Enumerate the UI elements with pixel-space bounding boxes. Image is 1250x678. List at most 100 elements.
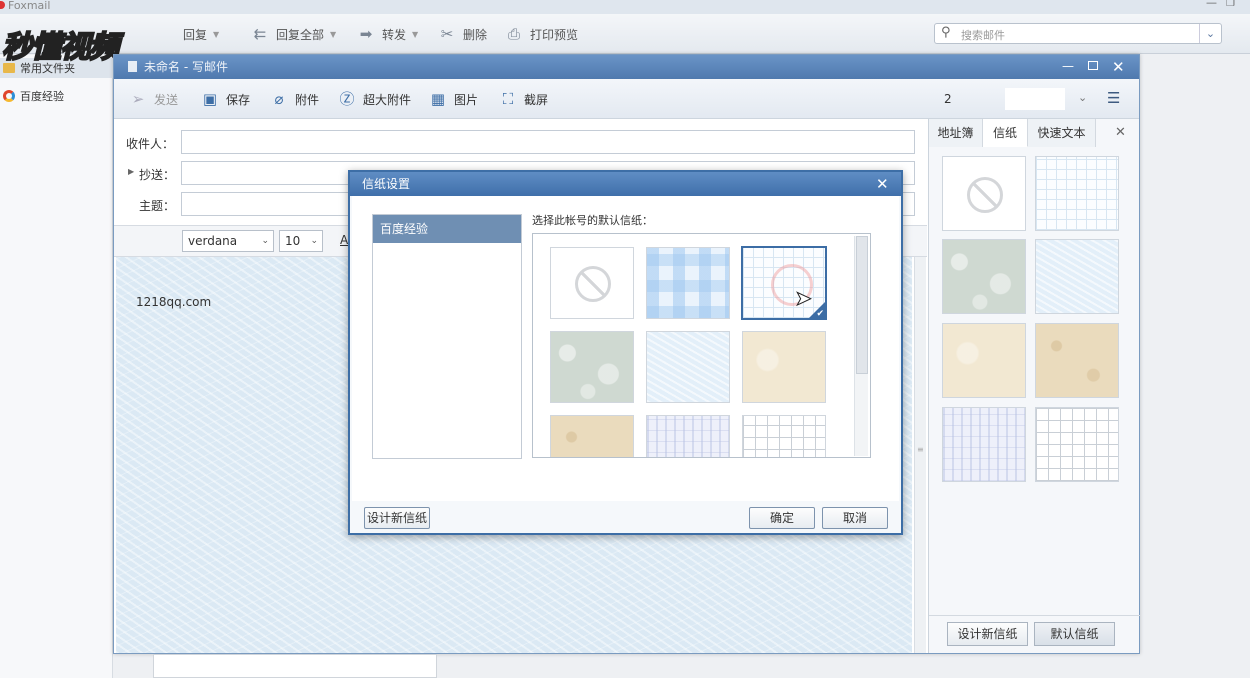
document-icon — [128, 61, 137, 72]
stationery-thumb[interactable] — [1035, 156, 1119, 231]
delete-icon: ✂ — [440, 25, 454, 43]
grid-scrollbar[interactable] — [854, 236, 868, 456]
font-value: verdana — [188, 234, 238, 248]
account-label: 百度经验 — [20, 90, 64, 103]
close-icon[interactable]: ✕ — [1112, 55, 1125, 79]
reply-all-label: 回复全部 — [276, 27, 325, 42]
status-strip — [153, 654, 437, 678]
stationery-thumb[interactable] — [1035, 407, 1119, 482]
search-placeholder: 搜索邮件 — [961, 29, 1005, 42]
dialog-prompt: 选择此帐号的默认信纸： — [532, 214, 653, 227]
scroll-grip-icon: ≡ — [917, 445, 924, 454]
chevron-down-icon: ⌄ — [1078, 91, 1088, 104]
account-value: 2 — [944, 92, 952, 106]
stationery-option-selected[interactable]: ➤ ✔ — [741, 246, 827, 320]
save-label: 保存 — [226, 92, 251, 107]
large-attach-button[interactable]: Ⓩ 超大附件 — [337, 89, 411, 109]
chevron-down-icon: ▼ — [213, 29, 220, 39]
stationery-option[interactable] — [646, 415, 730, 457]
screenshot-label: 截屏 — [524, 92, 549, 107]
tab-quick-text[interactable]: 快速文本 — [1028, 119, 1096, 147]
stationery-option[interactable] — [742, 331, 826, 403]
stationery-grid: ➤ ✔ — [532, 233, 871, 458]
panel-divider — [929, 615, 1140, 616]
forward-icon: ➡ — [359, 25, 373, 43]
restore-icon[interactable]: ❐ — [1226, 0, 1235, 10]
account-select[interactable]: 2 ⌄ — [938, 88, 1093, 110]
chevron-down-icon: ⌄ — [261, 236, 269, 246]
stationery-option[interactable] — [646, 247, 730, 319]
maximize-icon[interactable] — [1088, 61, 1098, 70]
stationery-option[interactable] — [742, 415, 826, 457]
picture-button[interactable]: ▦ 图片 — [428, 89, 478, 109]
stationery-option[interactable] — [550, 331, 634, 403]
scrollbar-thumb[interactable] — [856, 236, 868, 374]
font-select[interactable]: verdana ⌄ — [182, 230, 274, 252]
compose-title: 未命名 - 写邮件 — [144, 60, 228, 74]
delete-button[interactable]: ✂ 删除 — [437, 24, 487, 44]
app-titlebar: Foxmail — ❐ — [0, 0, 1250, 14]
size-value: 10 — [285, 234, 301, 248]
default-stationery-button[interactable]: 默认信纸 — [1034, 622, 1115, 646]
send-icon: ➢ — [131, 90, 145, 108]
account-list: 百度经验 — [372, 214, 522, 459]
search-options-icon[interactable]: ⌄ — [1199, 24, 1221, 43]
menu-icon[interactable]: ☰ — [1107, 89, 1120, 107]
save-icon: ▣ — [202, 90, 218, 108]
save-button[interactable]: ▣ 保存 — [200, 89, 250, 109]
stationery-option[interactable] — [646, 331, 730, 403]
design-stationery-button[interactable]: 设计新信纸 — [947, 622, 1028, 646]
to-input[interactable] — [181, 130, 915, 154]
picture-label: 图片 — [454, 92, 479, 107]
body-scrollbar[interactable]: ≡ — [914, 257, 926, 653]
stationery-thumb[interactable] — [942, 156, 1026, 231]
send-label: 发送 — [154, 92, 179, 107]
close-icon[interactable]: ✕ — [876, 172, 889, 196]
chevron-down-icon: ▼ — [330, 29, 337, 39]
attach-label: 附件 — [295, 92, 320, 107]
send-button[interactable]: ➢ 发送 — [128, 89, 178, 109]
print-preview-button[interactable]: ⎙ 打印预览 — [504, 24, 578, 44]
stationery-thumb[interactable] — [1035, 323, 1119, 398]
folder-pane: 常用文件夹 百度经验 — [0, 55, 113, 678]
forward-button[interactable]: ➡ 转发 ▼ — [356, 24, 418, 44]
expand-arrow-icon[interactable]: ▶ — [128, 167, 134, 176]
watermark-text: 秒懂视频 — [1, 29, 120, 66]
stationery-option[interactable] — [550, 247, 634, 319]
account-list-item[interactable]: 百度经验 — [373, 215, 521, 243]
printer-icon: ⎙ — [507, 25, 520, 43]
account-item[interactable]: 百度经验 — [0, 86, 113, 106]
app-icon — [0, 1, 5, 9]
tab-address-book[interactable]: 地址簿 — [929, 119, 983, 147]
subject-label: 主题： — [139, 199, 176, 213]
account-icon — [3, 90, 15, 102]
stationery-thumb[interactable] — [1035, 239, 1119, 314]
close-icon[interactable]: ✕ — [1115, 125, 1126, 140]
minimize-icon[interactable]: — — [1206, 0, 1217, 9]
attach-button[interactable]: ⌀ 附件 — [269, 89, 319, 109]
size-select[interactable]: 10 ⌄ — [279, 230, 323, 252]
font-color-button[interactable]: A — [340, 233, 348, 247]
checkmark-icon: ✔ — [816, 309, 824, 319]
screenshot-button[interactable]: ⛶ 截屏 — [498, 89, 548, 109]
print-preview-label: 打印预览 — [530, 27, 579, 42]
design-stationery-button[interactable]: 设计新信纸 — [364, 507, 430, 529]
to-label: 收件人： — [126, 137, 175, 151]
cancel-button[interactable]: 取消 — [822, 507, 888, 529]
stationery-dialog: 信纸设置 ✕ 百度经验 选择此帐号的默认信纸： ➤ ✔ 设计新信纸 确定 取消 — [348, 170, 903, 535]
stationery-thumb[interactable] — [942, 239, 1026, 314]
reply-all-button[interactable]: ⇇ 回复全部 ▼ — [250, 24, 336, 44]
app-title: Foxmail — [8, 0, 51, 12]
minimize-icon[interactable]: — — [1062, 54, 1074, 78]
reply-all-icon: ⇇ — [253, 25, 267, 43]
stationery-option[interactable] — [550, 415, 634, 457]
dialog-titlebar: 信纸设置 ✕ — [350, 172, 901, 196]
search-box[interactable]: ⚲ 搜索邮件 ⌄ — [934, 23, 1222, 44]
stationery-thumb[interactable] — [942, 407, 1026, 482]
stationery-thumb[interactable] — [942, 323, 1026, 398]
screenshot-icon: ⛶ — [502, 90, 514, 108]
ok-button[interactable]: 确定 — [749, 507, 815, 529]
paperclip-icon: ⌀ — [274, 90, 284, 108]
tab-stationery[interactable]: 信纸 — [983, 119, 1028, 147]
picture-icon: ▦ — [430, 90, 446, 108]
